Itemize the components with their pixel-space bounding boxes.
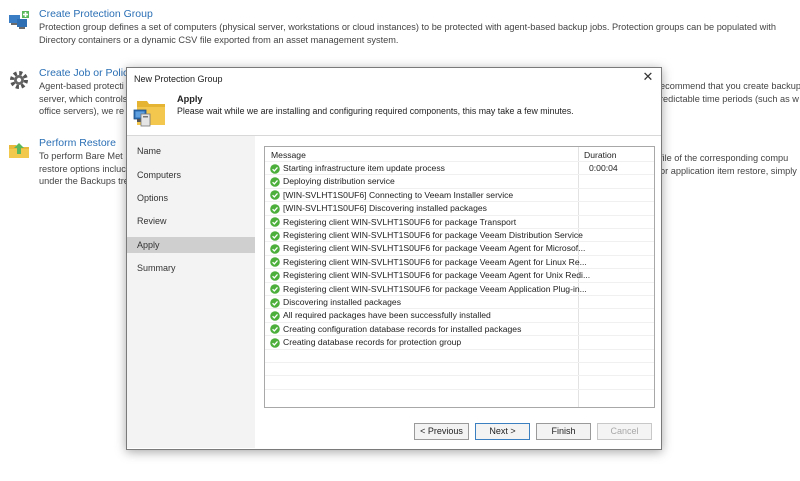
finish-button[interactable]: Finish — [536, 423, 591, 440]
success-check-icon — [270, 203, 280, 214]
restore-description: To perform Bare Met restore options incl… — [39, 150, 129, 188]
log-message: Deploying distribution service — [283, 176, 395, 187]
restore-icon — [9, 143, 29, 158]
restore-description-right: file of the corresponding compu or appli… — [660, 152, 797, 177]
log-message: Registering client WIN-SVLHT1S0UF6 for p… — [283, 243, 586, 254]
duration-column-header[interactable]: Duration — [584, 150, 616, 160]
close-icon[interactable]: ✕ — [641, 70, 655, 84]
nav-item-summary[interactable]: Summary — [127, 260, 255, 276]
log-row[interactable]: Discovering installed packages — [265, 295, 654, 308]
progress-log-table[interactable]: Message Duration Starting infrastructure… — [264, 146, 655, 408]
success-check-icon — [270, 257, 280, 268]
log-message: [WIN-SVLHT1S0UF6] Connecting to Veeam In… — [283, 189, 514, 200]
success-check-icon — [270, 244, 280, 254]
log-message: Registering client WIN-SVLHT1S0UF6 for p… — [283, 283, 587, 294]
protection-group-icon — [9, 11, 29, 29]
description-line: office servers), we re — [39, 106, 125, 116]
nav-item-options[interactable]: Options — [127, 190, 255, 206]
nav-item-review[interactable]: Review — [127, 213, 255, 229]
log-message: Starting infrastructure item update proc… — [283, 163, 445, 173]
description-line: server, which controls — [39, 93, 128, 104]
log-row[interactable]: Registering client WIN-SVLHT1S0UF6 for p… — [265, 281, 654, 295]
description-line: or application item restore, simply — [660, 165, 797, 176]
success-check-icon — [270, 324, 280, 335]
success-check-icon — [270, 297, 280, 308]
empty-log-row — [265, 388, 654, 402]
next-button[interactable]: Next > — [475, 423, 530, 440]
log-row[interactable]: Registering client WIN-SVLHT1S0UF6 for p… — [265, 228, 654, 241]
dialog-header: Apply Please wait while we are installin… — [127, 90, 661, 135]
description-line: Directory containers or a dynamic CSV fi… — [39, 34, 399, 45]
success-check-icon — [270, 337, 280, 348]
create-protection-group-link[interactable]: Create Protection Group — [39, 8, 153, 20]
log-message: Creating database records for protection… — [283, 337, 462, 348]
log-row[interactable]: Deploying distribution service — [265, 174, 654, 187]
gear-icon — [10, 71, 28, 89]
log-row[interactable]: Registering client WIN-SVLHT1S0UF6 for p… — [265, 254, 654, 268]
message-column-header[interactable]: Message — [271, 150, 306, 160]
description-line: redictable time periods (such as w — [660, 93, 799, 104]
wizard-step-title: Apply — [177, 94, 203, 104]
success-check-icon — [270, 163, 280, 174]
success-check-icon — [270, 284, 280, 294]
empty-log-row — [265, 348, 654, 362]
log-row[interactable]: [WIN-SVLHT1S0UF6] Discovering installed … — [265, 201, 654, 214]
description-line: ecommend that you create backup — [660, 81, 800, 91]
log-row[interactable]: Registering client WIN-SVLHT1S0UF6 for p… — [265, 214, 654, 228]
success-check-icon — [270, 190, 280, 201]
job-policy-description-right: ecommend that you create backup redictab… — [660, 80, 800, 105]
nav-item-computers[interactable]: Computers — [127, 167, 255, 183]
wizard-folder-icon — [133, 101, 165, 127]
description-line: restore options incluc — [39, 163, 126, 174]
previous-button[interactable]: < Previous — [414, 423, 469, 440]
nav-item-apply[interactable]: Apply — [127, 237, 255, 253]
create-job-or-policy-link[interactable]: Create Job or Policy — [39, 67, 134, 79]
success-check-icon — [270, 177, 280, 187]
log-message: Discovering installed packages — [283, 297, 401, 307]
log-row[interactable]: Registering client WIN-SVLHT1S0UF6 for p… — [265, 268, 654, 281]
log-row[interactable]: Registering client WIN-SVLHT1S0UF6 for p… — [265, 241, 654, 254]
success-check-icon — [270, 217, 280, 227]
nav-item-name[interactable]: Name — [127, 143, 255, 159]
description-line: Protection group defines a set of comput… — [39, 22, 776, 32]
log-row[interactable]: [WIN-SVLHT1S0UF6] Connecting to Veeam In… — [265, 187, 654, 201]
success-check-icon — [270, 270, 280, 281]
log-message: Creating configuration database records … — [283, 323, 522, 334]
log-header: Message Duration — [265, 147, 654, 161]
dialog-title: New Protection Group — [134, 74, 223, 84]
protection-group-description: Protection group defines a set of comput… — [39, 21, 776, 46]
log-row[interactable]: All required packages have been successf… — [265, 308, 654, 321]
wizard-step-subtitle: Please wait while we are installing and … — [177, 106, 574, 116]
job-policy-description: Agent-based protecti server, which contr… — [39, 80, 127, 118]
log-row[interactable]: Creating database records for protection… — [265, 335, 654, 348]
dialog-titlebar[interactable]: New Protection Group ✕ — [127, 68, 661, 90]
description-line: To perform Bare Met — [39, 151, 123, 161]
log-duration: 0:00:04 — [589, 163, 618, 173]
log-message: Registering client WIN-SVLHT1S0UF6 for p… — [283, 230, 583, 240]
cancel-button: Cancel — [597, 423, 652, 440]
log-message: Registering client WIN-SVLHT1S0UF6 for p… — [283, 216, 517, 227]
perform-restore-link[interactable]: Perform Restore — [39, 137, 116, 149]
log-message: Registering client WIN-SVLHT1S0UF6 for p… — [283, 270, 591, 281]
log-message: [WIN-SVLHT1S0UF6] Discovering installed … — [283, 203, 487, 214]
success-check-icon — [270, 311, 280, 321]
new-protection-group-dialog: New Protection Group ✕ Apply Please wait… — [126, 67, 662, 450]
empty-log-row — [265, 362, 654, 375]
log-row[interactable]: Starting infrastructure item update proc… — [265, 161, 654, 174]
success-check-icon — [270, 230, 280, 241]
description-line: Agent-based protecti — [39, 81, 124, 91]
log-message: Registering client WIN-SVLHT1S0UF6 for p… — [283, 256, 587, 267]
empty-log-row — [265, 375, 654, 388]
wizard-nav: Name Computers Options Review Apply Summ… — [127, 136, 255, 448]
description-line: file of the corresponding compu — [660, 153, 789, 163]
log-row[interactable]: Creating configuration database records … — [265, 321, 654, 335]
log-message: All required packages have been successf… — [283, 310, 491, 321]
description-line: under the Backups tre — [39, 176, 129, 186]
